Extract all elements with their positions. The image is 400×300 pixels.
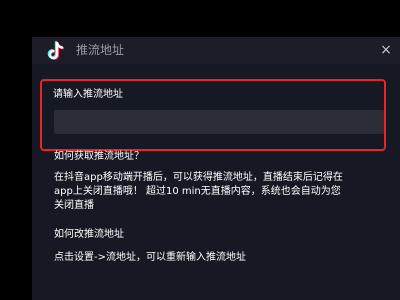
help-answer-line-1: 在抖音app移动端开播后，可以获得推流地址，直播结束后记得在 — [54, 172, 343, 183]
tiktok-logo-icon — [47, 41, 65, 60]
help-answer-line-3: 关闭直播 — [54, 200, 94, 211]
help-question-change-url: 如何改推流地址 — [54, 229, 124, 240]
close-icon[interactable]: × — [379, 43, 393, 57]
dialog-title: 推流地址 — [76, 43, 125, 57]
push-url-label: 请输入推流地址 — [53, 89, 123, 100]
help-question-get-url: 如何获取推流地址？ — [54, 151, 144, 162]
push-url-dialog: 推流地址 × 请输入推流地址 如何获取推流地址？ 在抖音app移动端开播后，可以… — [32, 37, 400, 300]
help-answer-line-2: app上关闭直播哦！ 超过10 min无直播内容，系统也会自动为您 — [54, 186, 341, 197]
dialog-titlebar: 推流地址 × — [32, 37, 400, 64]
push-url-input[interactable] — [54, 110, 384, 134]
help-answer-change-url: 点击设置->流地址，可以重新输入推流地址 — [54, 252, 246, 263]
